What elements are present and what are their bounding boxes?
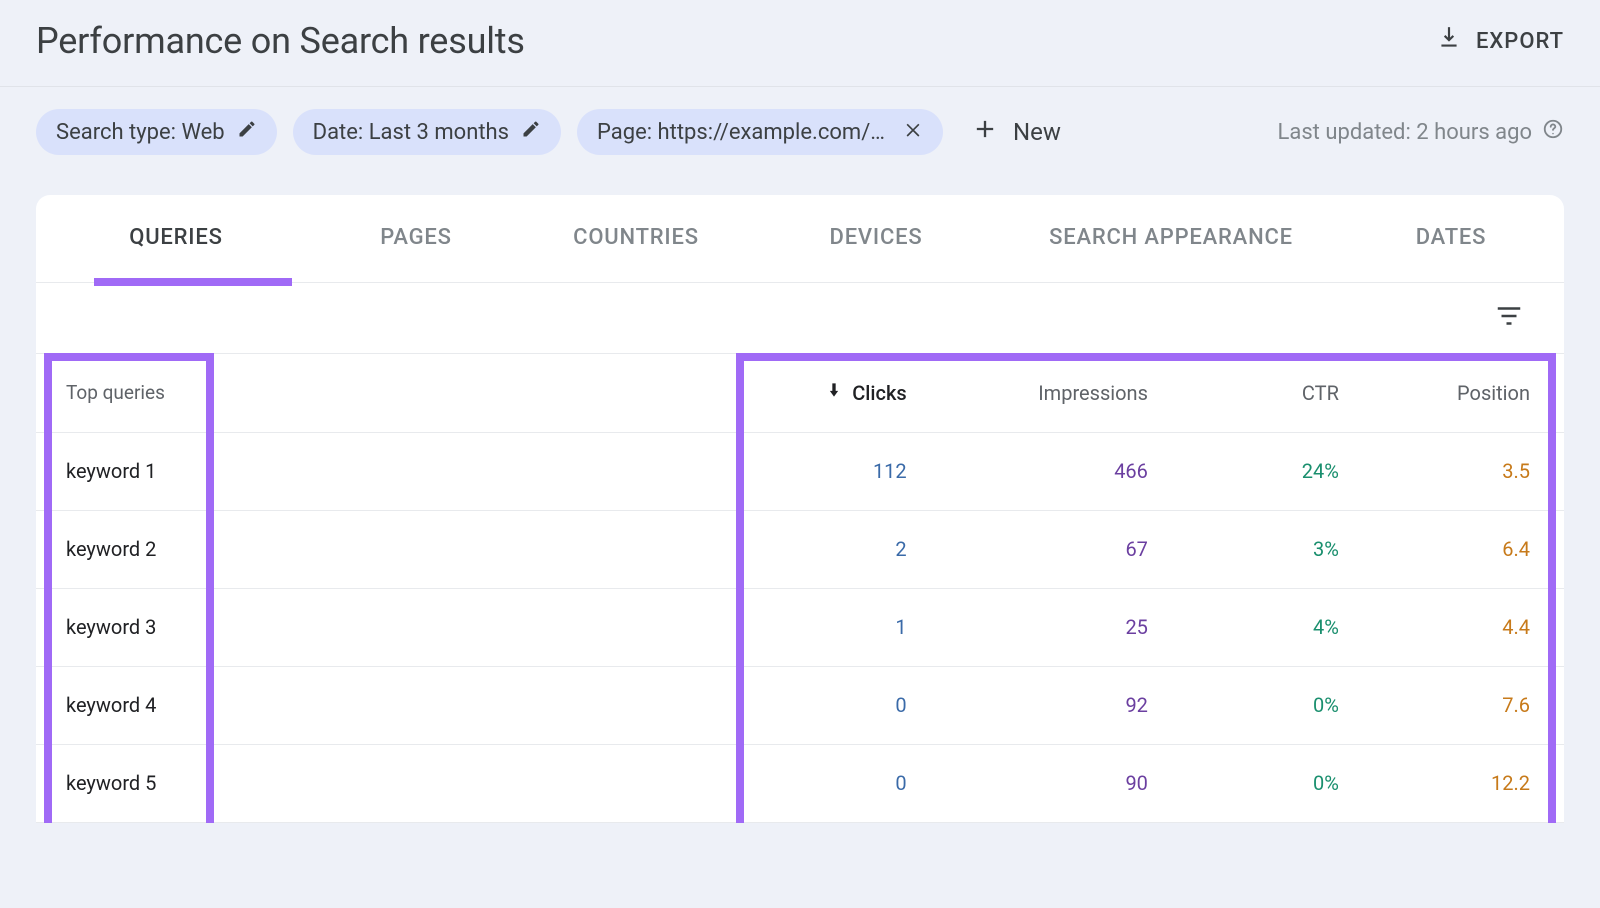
cell-query: keyword 1 — [36, 432, 750, 510]
tab-devices[interactable]: DEVICES — [756, 195, 996, 282]
table-row[interactable]: keyword 31254%4.4 — [36, 588, 1564, 666]
download-icon — [1436, 25, 1462, 57]
cell-position: 4.4 — [1363, 588, 1564, 666]
cell-ctr: 0% — [1172, 666, 1363, 744]
close-icon[interactable] — [903, 119, 923, 145]
col-clicks[interactable]: Clicks — [750, 354, 931, 432]
chip-search-type-label: Search type: Web — [56, 120, 225, 145]
table-row[interactable]: keyword 111246624%3.5 — [36, 432, 1564, 510]
tab-pages[interactable]: PAGES — [316, 195, 516, 282]
table-row[interactable]: keyword 40920%7.6 — [36, 666, 1564, 744]
cell-impressions: 25 — [931, 588, 1172, 666]
col-top-queries[interactable]: Top queries — [36, 354, 750, 432]
table-filter-button[interactable] — [1494, 301, 1524, 335]
cell-query: keyword 3 — [36, 588, 750, 666]
tab-bar: QUERIES PAGES COUNTRIES DEVICES SEARCH A… — [36, 195, 1564, 283]
table-header-row: Top queries Clicks Impressions CTR Posit… — [36, 354, 1564, 432]
cell-impressions: 90 — [931, 744, 1172, 822]
page-title: Performance on Search results — [36, 20, 525, 62]
help-icon[interactable] — [1542, 118, 1564, 146]
table-row[interactable]: keyword 50900%12.2 — [36, 744, 1564, 822]
cell-ctr: 3% — [1172, 510, 1363, 588]
cell-clicks: 112 — [750, 432, 931, 510]
table-row[interactable]: keyword 22673%6.4 — [36, 510, 1564, 588]
col-ctr[interactable]: CTR — [1172, 354, 1363, 432]
cell-clicks: 2 — [750, 510, 931, 588]
chip-page[interactable]: Page: https://example.com/… — [577, 109, 943, 155]
cell-query: keyword 2 — [36, 510, 750, 588]
cell-ctr: 4% — [1172, 588, 1363, 666]
cell-clicks: 0 — [750, 666, 931, 744]
table-toolbar — [36, 283, 1564, 354]
chip-date[interactable]: Date: Last 3 months — [293, 109, 561, 155]
plus-icon — [971, 115, 999, 149]
cell-position: 7.6 — [1363, 666, 1564, 744]
cell-clicks: 0 — [750, 744, 931, 822]
pencil-icon — [237, 119, 257, 145]
chip-search-type[interactable]: Search type: Web — [36, 109, 277, 155]
tab-countries[interactable]: COUNTRIES — [516, 195, 756, 282]
cell-impressions: 67 — [931, 510, 1172, 588]
export-button[interactable]: EXPORT — [1436, 25, 1564, 57]
cell-impressions: 466 — [931, 432, 1172, 510]
chip-page-label: Page: https://example.com/… — [597, 120, 885, 145]
data-card: QUERIES PAGES COUNTRIES DEVICES SEARCH A… — [36, 195, 1564, 823]
tab-queries[interactable]: QUERIES — [36, 195, 316, 282]
cell-ctr: 0% — [1172, 744, 1363, 822]
cell-ctr: 24% — [1172, 432, 1363, 510]
filter-bar: Search type: Web Date: Last 3 months Pag… — [0, 87, 1600, 195]
active-tab-indicator — [94, 278, 292, 286]
col-impressions[interactable]: Impressions — [931, 354, 1172, 432]
add-filter-button[interactable]: New — [971, 115, 1061, 149]
cell-clicks: 1 — [750, 588, 931, 666]
add-filter-label: New — [1013, 118, 1061, 146]
last-updated: Last updated: 2 hours ago — [1278, 118, 1564, 146]
col-position[interactable]: Position — [1363, 354, 1564, 432]
queries-table: Top queries Clicks Impressions CTR Posit… — [36, 354, 1564, 823]
tab-search-appearance[interactable]: SEARCH APPEARANCE — [996, 195, 1346, 282]
cell-position: 6.4 — [1363, 510, 1564, 588]
pencil-icon — [521, 119, 541, 145]
col-clicks-label: Clicks — [852, 381, 906, 405]
chip-date-label: Date: Last 3 months — [313, 120, 509, 145]
sort-desc-icon — [824, 380, 844, 400]
cell-impressions: 92 — [931, 666, 1172, 744]
tab-dates[interactable]: DATES — [1346, 195, 1556, 282]
cell-position: 12.2 — [1363, 744, 1564, 822]
export-label: EXPORT — [1476, 29, 1564, 54]
cell-query: keyword 5 — [36, 744, 750, 822]
last-updated-label: Last updated: 2 hours ago — [1278, 120, 1532, 145]
cell-position: 3.5 — [1363, 432, 1564, 510]
cell-query: keyword 4 — [36, 666, 750, 744]
page-header: Performance on Search results EXPORT — [0, 0, 1600, 87]
